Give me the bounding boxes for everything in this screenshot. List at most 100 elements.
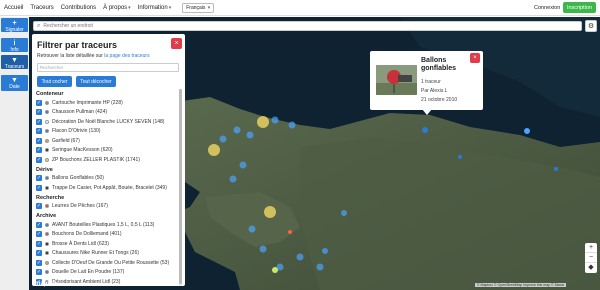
tracer-color-icon — [45, 204, 49, 209]
filter-search-input[interactable]: Rechercher — [37, 63, 179, 72]
tracer-row[interactable]: ✓ Brosse À Dents Lidl (623) — [36, 239, 182, 249]
settings-button[interactable]: ⚙ — [585, 20, 597, 32]
zoom-out-button[interactable]: − — [585, 253, 597, 263]
tracer-label: Leurres De Pêches (167) — [52, 203, 108, 210]
nav-information[interactable]: Information▾ — [138, 5, 172, 11]
check-all-button[interactable]: Tout cocher — [37, 76, 72, 87]
tracer-row[interactable]: ✓ Chausson Pullman (424) — [36, 108, 182, 118]
tracer-label: Ballons Gonflables (50) — [52, 175, 104, 182]
signup-button[interactable]: Inscription — [563, 2, 596, 13]
tracer-row[interactable]: ✓ Collecte D'Oeuf De Grande Ou Petite Rou… — [36, 258, 182, 268]
popup-close-button[interactable]: × — [470, 53, 480, 63]
tracer-row[interactable]: ✓ Leurres De Pêches (167) — [36, 202, 182, 212]
tracer-color-icon — [45, 260, 49, 265]
plus-icon: + — [12, 20, 17, 27]
tracers-button[interactable]: ▼ Traceurs — [1, 55, 28, 70]
info-label: Info — [10, 47, 19, 53]
gear-icon: ⚙ — [587, 23, 595, 30]
tracer-row[interactable]: ✓ Ballons Gonflables (50) — [36, 174, 182, 184]
tracer-row[interactable]: ✓ AVANT Bouteilles Plastiques 1,5 L, 0,5 … — [36, 220, 182, 230]
tracer-group-heading: Conteneur — [36, 91, 64, 97]
tracer-row[interactable]: ✓ Cartouche Imprimante HP (228) — [36, 98, 182, 108]
tracer-checkbox[interactable]: ✓ — [36, 175, 42, 182]
tracer-row[interactable]: ✓ Seringue MacKesson (620) — [36, 146, 182, 156]
marker-popup: Ballons gonflables 1 traceur Par Alexis.L… — [370, 51, 483, 115]
language-label: Français — [186, 4, 206, 11]
tracer-row[interactable]: ✓ Douelle De Lait En Poudre (137) — [36, 268, 182, 278]
tracer-row[interactable]: ✓ Bouchons De Dolliemand (401) — [36, 230, 182, 240]
tracer-label: Décoration De Noël Blanche LUCKY SEVEN (… — [52, 118, 165, 125]
tracer-checkbox[interactable]: ✓ — [36, 240, 42, 247]
zoom-in-button[interactable]: + — [585, 243, 597, 253]
nav-accueil[interactable]: Accueil — [4, 5, 23, 11]
tracer-checkbox[interactable]: ✓ — [36, 137, 42, 144]
tracer-checkbox[interactable]: ✓ — [36, 156, 42, 163]
chevron-down-icon: ▾ — [128, 4, 131, 11]
tracer-row[interactable]: ✓ Flacon D'Otrivin (130) — [36, 127, 182, 137]
info-icon: i — [13, 40, 16, 47]
close-icon: × — [174, 40, 179, 47]
search-input[interactable] — [43, 23, 444, 29]
filter-panel: Filtrer par traceurs × Retrouver la list… — [32, 34, 185, 286]
filter-icon: ▼ — [11, 77, 18, 84]
tracer-row[interactable]: ✓ Décoration De Noël Blanche LUCKY SEVEN … — [36, 117, 182, 127]
nav-traceurs[interactable]: Traceurs — [30, 5, 53, 11]
tracer-color-icon — [45, 241, 49, 246]
tracer-label: Chaussures Nike Runner Et Tongs (26) — [52, 250, 139, 257]
tracer-row[interactable]: ✓ Garfield (67) — [36, 136, 182, 146]
chevron-down-icon: ▾ — [168, 4, 172, 11]
tracer-checkbox[interactable]: ✓ — [36, 184, 42, 191]
tracer-label: Garfield (67) — [52, 137, 80, 144]
scrollbar-thumb[interactable] — [179, 89, 182, 284]
tracer-color-icon — [45, 157, 49, 162]
tracer-checkbox[interactable]: ✓ — [36, 231, 42, 238]
uncheck-all-button[interactable]: Tout décocher — [76, 76, 116, 87]
close-button[interactable]: × — [171, 38, 182, 49]
map-attribution: © Mapbox © OpenStreetMap Improve this ma… — [475, 283, 567, 287]
tracer-color-icon — [45, 110, 49, 115]
language-select[interactable]: Français ▾ — [182, 2, 215, 13]
tracer-checkbox[interactable]: ✓ — [36, 259, 42, 266]
filter-icon: ▼ — [11, 57, 18, 64]
tracer-row[interactable]: ✓ Chaussures Nike Runner Et Tongs (26) — [36, 249, 182, 259]
tracer-row[interactable]: ✓ Trappe De Casier, Pot Appât, Bouée, Bra… — [36, 183, 182, 193]
tracers-page-link[interactable]: la page des traceurs — [104, 53, 149, 59]
tracer-row[interactable]: ✓ ZP Bouchons ZELLER PLASTIK (1741) — [36, 155, 182, 165]
tracer-group-heading: Recherche — [36, 194, 65, 201]
tracer-label: Seringue MacKesson (620) — [52, 147, 113, 154]
popup-title-line1: Ballons — [421, 57, 447, 64]
login-link[interactable]: Connexion — [534, 5, 560, 11]
nav-apropos[interactable]: À propos▾ — [103, 5, 131, 11]
filter-desc-text: Retrouver la liste détaillée sur — [37, 53, 103, 59]
tracer-checkbox[interactable]: ✓ — [36, 221, 42, 228]
close-icon: × — [473, 55, 477, 61]
popup-author: Par Alexis.L — [421, 88, 448, 94]
tracer-checkbox[interactable]: ✓ — [36, 269, 42, 276]
popup-title: Ballons gonflables — [421, 57, 456, 73]
tracer-color-icon — [45, 232, 49, 237]
tracer-color-icon — [45, 176, 49, 181]
popup-title-line2: gonflables — [421, 65, 457, 72]
tracer-checkbox[interactable]: ✓ — [36, 147, 42, 154]
date-label: Date — [9, 84, 20, 90]
date-button[interactable]: ▼ Date — [1, 75, 28, 91]
compass-button[interactable]: ◆ — [585, 263, 597, 273]
tracer-color-icon — [45, 119, 49, 124]
tracer-checkbox[interactable]: ✓ — [36, 109, 42, 116]
tracer-checkbox[interactable]: ✓ — [36, 250, 42, 257]
nav-contributions[interactable]: Contributions — [61, 5, 96, 11]
tracer-color-icon — [45, 251, 49, 256]
popup-count: 1 traceur — [421, 79, 441, 85]
popup-tail — [422, 109, 432, 115]
tracer-checkbox[interactable]: ✓ — [36, 128, 42, 135]
tracer-checkbox[interactable]: ✓ — [36, 118, 42, 125]
tracer-list: Conteneur ✓ Cartouche Imprimante HP (228) ✓… — [36, 89, 182, 286]
search-icon: ⌕ — [37, 22, 41, 29]
balloon-photo — [376, 65, 417, 95]
report-button[interactable]: + Signaler — [1, 18, 28, 33]
top-navbar: Accueil Traceurs Contributions À propos▾… — [0, 0, 600, 16]
info-button[interactable]: i Info — [1, 38, 28, 53]
tracer-checkbox[interactable]: ✓ — [36, 203, 42, 210]
tracer-color-icon — [45, 148, 49, 153]
tracer-checkbox[interactable]: ✓ — [36, 99, 42, 106]
